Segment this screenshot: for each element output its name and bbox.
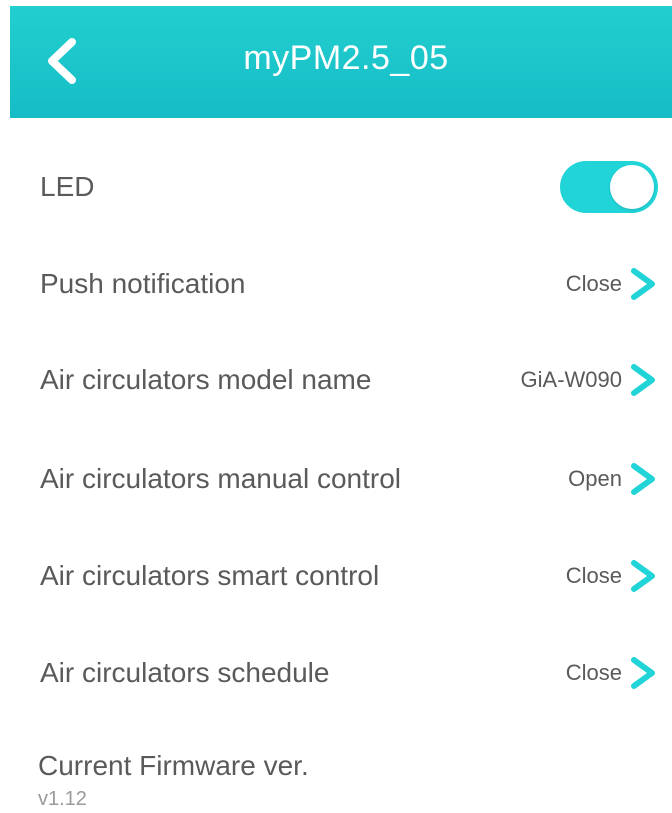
smart-control-value: Close [565,563,622,588]
chevron-right-icon [631,463,655,495]
chevron-right-icon [631,364,655,396]
chevron-right-icon [631,268,655,300]
setting-row-smart-control[interactable]: Air circulators smart control Close [40,546,658,606]
setting-row-push-notification[interactable]: Push notification Close [40,254,658,314]
schedule-label: Air circulators schedule [40,657,330,688]
setting-row-model-name[interactable]: Air circulators model name GiA-W090 [40,350,658,410]
model-name-value: GiA-W090 [520,367,622,392]
settings-screen: myPM2.5_05 LED Push notification Close A… [0,0,672,813]
page-title: myPM2.5_05 [243,39,449,77]
manual-control-value: Open [568,466,622,491]
setting-row-manual-control[interactable]: Air circulators manual control Open [40,449,658,509]
led-toggle[interactable] [560,161,658,213]
manual-control-label: Air circulators manual control [40,463,402,494]
led-label: LED [40,171,95,202]
push-notification-label: Push notification [40,268,246,299]
setting-row-led: LED [40,157,658,217]
model-name-label: Air circulators model name [40,364,372,395]
push-notification-value: Close [565,271,622,296]
chevron-right-icon [631,560,655,592]
smart-control-label: Air circulators smart control [40,560,380,591]
setting-row-schedule[interactable]: Air circulators schedule Close [40,643,658,703]
firmware-version: v1.12 [38,788,87,810]
schedule-value: Close [565,660,622,685]
chevron-right-icon [631,657,655,689]
firmware-label: Current Firmware ver. [38,750,309,781]
toggle-knob [610,165,654,209]
header-bar: myPM2.5_05 [10,6,672,118]
